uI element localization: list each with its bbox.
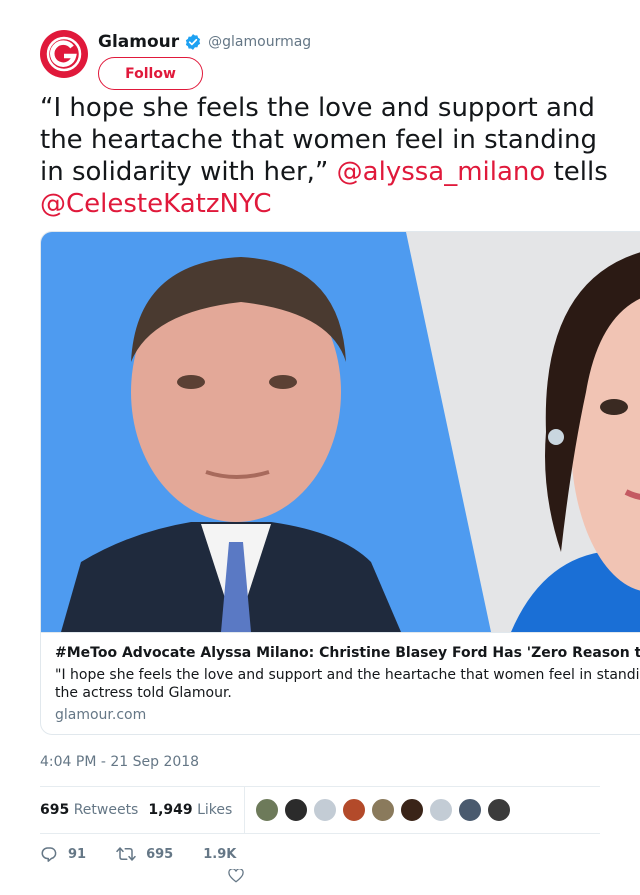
reply-icon <box>41 847 57 862</box>
retweet-icon <box>116 847 136 861</box>
reply-count: 91 <box>68 846 87 862</box>
retweets-label: Retweets <box>73 802 139 818</box>
liker-avatars <box>255 798 516 822</box>
stats-divider <box>244 787 246 833</box>
liker-avatar[interactable] <box>255 798 280 822</box>
mention-link-celeste[interactable]: @CelesteKatzNYC <box>40 189 272 219</box>
card-description: "I hope she feels the love and support a… <box>55 666 640 702</box>
liker-avatar[interactable] <box>400 798 425 822</box>
account-name-row: Glamour @glamourmag <box>98 32 311 52</box>
liker-avatar[interactable] <box>487 798 512 822</box>
link-preview-card[interactable]: #MeToo Advocate Alyssa Milano: Christine… <box>40 231 640 735</box>
likes-count: 1,949 <box>148 802 193 818</box>
heart-icon[interactable] <box>228 869 244 883</box>
card-title[interactable]: #MeToo Advocate Alyssa Milano: Christine… <box>55 645 640 661</box>
liker-avatar[interactable] <box>371 798 396 822</box>
tweet-connector: tells <box>545 157 608 187</box>
likes-stat[interactable]: 1,949 Likes <box>148 802 232 818</box>
card-image[interactable] <box>41 232 640 632</box>
tweet-actions: 91 695 1.9K <box>40 845 266 863</box>
engagement-stats: 695 Retweets 1,949 Likes <box>40 786 600 834</box>
liker-avatar[interactable] <box>458 798 483 822</box>
liker-avatar[interactable] <box>284 798 309 822</box>
like-count: 1.9K <box>203 846 237 862</box>
card-domain[interactable]: glamour.com <box>55 707 640 723</box>
card-body[interactable]: #MeToo Advocate Alyssa Milano: Christine… <box>41 632 640 734</box>
mention-link-alyssa[interactable]: @alyssa_milano <box>337 157 546 187</box>
tweet-timestamp[interactable]: 4:04 PM - 21 Sep 2018 <box>40 754 199 770</box>
retweets-stat[interactable]: 695 Retweets <box>40 802 138 818</box>
retweet-action[interactable]: 695 <box>116 845 173 863</box>
liker-avatar[interactable] <box>342 798 367 822</box>
retweets-count: 695 <box>40 802 70 818</box>
liker-avatar[interactable] <box>313 798 338 822</box>
glamour-logo-avatar[interactable] <box>40 30 88 78</box>
follow-button[interactable]: Follow <box>98 57 203 90</box>
liker-avatar[interactable] <box>429 798 454 822</box>
tweet-text: “I hope she feels the love and support a… <box>40 92 610 220</box>
like-action[interactable]: 1.9K <box>203 847 236 862</box>
reply-action[interactable]: 91 <box>40 845 86 863</box>
card-description-line-1: "I hope she feels the love and support a… <box>55 667 640 683</box>
card-description-line-2: the actress told Glamour. <box>55 685 232 701</box>
account-handle[interactable]: @glamourmag <box>208 34 311 50</box>
likes-label: Likes <box>197 802 233 818</box>
display-name[interactable]: Glamour <box>98 32 179 52</box>
verified-badge-icon <box>184 33 202 51</box>
tweet-header: Glamour @glamourmag Follow <box>40 30 600 92</box>
retweet-count: 695 <box>146 846 174 862</box>
